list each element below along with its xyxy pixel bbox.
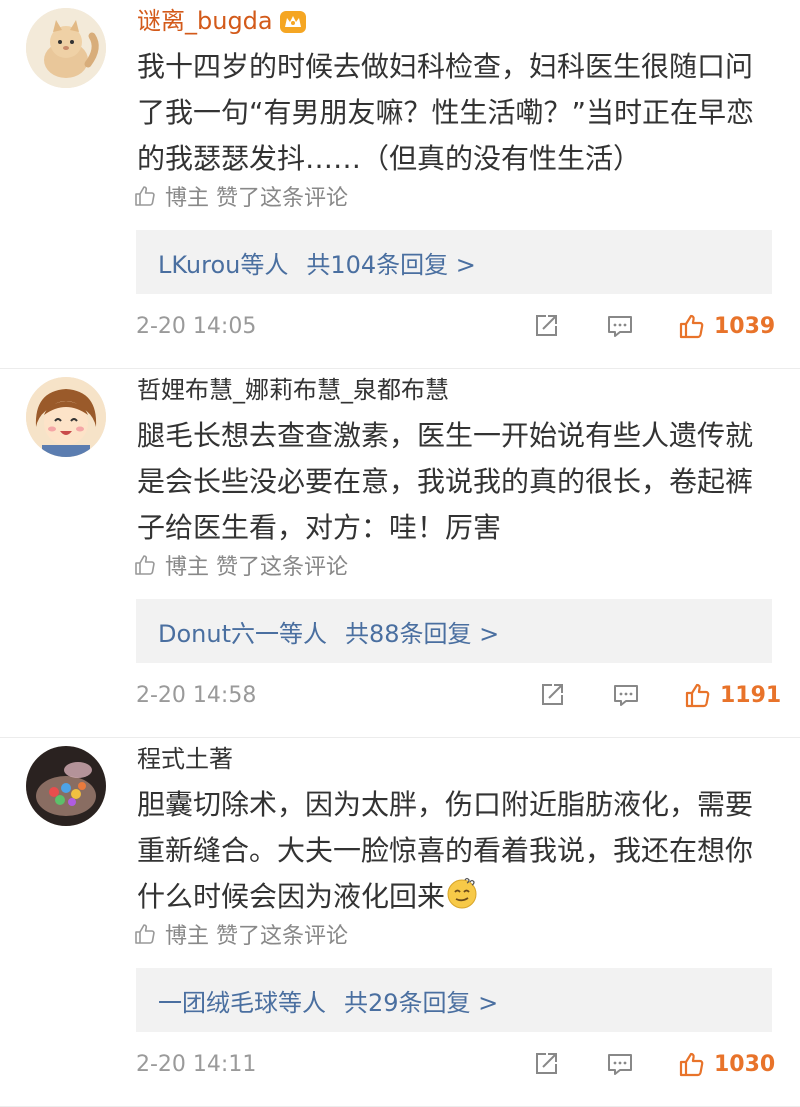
like-count: 1039 <box>714 313 776 339</box>
reply-count-link[interactable]: 共29条回复 > <box>344 983 498 1018</box>
comment-icon <box>608 1054 632 1075</box>
timestamp: 2-20 14:05 <box>136 314 257 339</box>
blogger-liked-text: 博主 赞了这条评论 <box>165 555 348 580</box>
thumb-up-outline-icon <box>135 186 155 206</box>
comment-item: 哲娌布慧_娜莉布慧_泉都布慧 腿毛长想去查查激素，医生一开始说有些人遗传就是会长… <box>0 369 800 738</box>
thumb-up-icon <box>679 314 704 339</box>
comment-meta: 2-20 14:58 1191 <box>136 681 781 715</box>
username[interactable]: 程式土著 <box>137 742 233 776</box>
username[interactable]: 哲娌布慧_娜莉布慧_泉都布慧 <box>137 373 449 407</box>
reply-summary[interactable]: Donut六一等人 共88条回复 > <box>136 599 772 663</box>
reply-count-link[interactable]: 共88条回复 > <box>345 614 499 649</box>
blogger-liked-text: 博主 赞了这条评论 <box>165 924 348 949</box>
comment-meta: 2-20 14:11 1030 <box>136 1050 775 1084</box>
comment-button[interactable] <box>606 312 634 340</box>
share-icon <box>536 315 557 336</box>
comment-meta: 2-20 14:05 1039 <box>136 312 775 346</box>
share-button[interactable] <box>532 312 560 340</box>
blogger-liked-line: 博主 赞了这条评论 <box>133 918 348 950</box>
reply-users[interactable]: LKurou等人 <box>158 245 288 280</box>
reply-users[interactable]: 一团绒毛球等人 <box>158 983 326 1018</box>
thumb-up-outline-icon <box>135 555 155 575</box>
like-button[interactable]: 1039 <box>678 312 775 340</box>
avatar[interactable] <box>26 377 106 457</box>
reply-summary[interactable]: 一团绒毛球等人 共29条回复 > <box>136 968 772 1032</box>
reply-users[interactable]: Donut六一等人 <box>158 614 327 649</box>
comment-text: 我十四岁的时候去做妇科检查，妇科医生很随口问了我一句“有男朋友嘛？性生活嘞？”当… <box>137 50 755 175</box>
thumb-up-outline-icon <box>135 924 155 944</box>
share-icon <box>536 1053 557 1074</box>
comment-button[interactable] <box>606 1050 634 1078</box>
dizzy-face-emoji <box>445 876 479 910</box>
blogger-liked-line: 博主 赞了这条评论 <box>133 180 348 212</box>
thumb-up-icon <box>685 683 710 708</box>
share-button[interactable] <box>532 1050 560 1078</box>
username-text[interactable]: 谜离_bugda <box>137 4 273 38</box>
reply-count-link[interactable]: 共104条回复 > <box>306 245 476 280</box>
share-icon <box>542 684 563 705</box>
comment-button[interactable] <box>612 681 640 709</box>
blogger-liked-line: 博主 赞了这条评论 <box>133 549 348 581</box>
comment-item: 谜离_bugda 我十四岁的时候去做妇科检查，妇科医生很随口问了我一句“有男朋友… <box>0 0 800 369</box>
crown-icon <box>279 9 307 33</box>
thumb-up-icon <box>679 1052 704 1077</box>
username-text[interactable]: 哲娌布慧_娜莉布慧_泉都布慧 <box>137 373 449 407</box>
like-button[interactable]: 1030 <box>678 1050 775 1078</box>
like-count: 1030 <box>714 1051 776 1077</box>
reply-summary[interactable]: LKurou等人 共104条回复 > <box>136 230 772 294</box>
comment-text: 腿毛长想去查查激素，医生一开始说有些人遗传就是会长些没必要在意，我说我的真的很长… <box>137 419 754 544</box>
username[interactable]: 谜离_bugda <box>137 4 307 38</box>
timestamp: 2-20 14:58 <box>136 683 257 708</box>
like-count: 1191 <box>720 682 782 708</box>
avatar[interactable] <box>26 746 106 826</box>
comment-icon <box>608 316 632 337</box>
avatar[interactable] <box>26 8 106 88</box>
share-button[interactable] <box>538 681 566 709</box>
like-button[interactable]: 1191 <box>684 681 781 709</box>
comment-icon <box>614 685 638 706</box>
comment-text: 胆囊切除术，因为太胖，伤口附近脂肪液化，需要重新缝合。大夫一脸惊喜的看着我说，我… <box>137 782 776 920</box>
timestamp: 2-20 14:11 <box>136 1052 257 1077</box>
blogger-liked-text: 博主 赞了这条评论 <box>165 186 348 211</box>
username-text[interactable]: 程式土著 <box>137 742 233 776</box>
comment-item: 程式土著 胆囊切除术，因为太胖，伤口附近脂肪液化，需要重新缝合。大夫一脸惊喜的看… <box>0 738 800 1107</box>
